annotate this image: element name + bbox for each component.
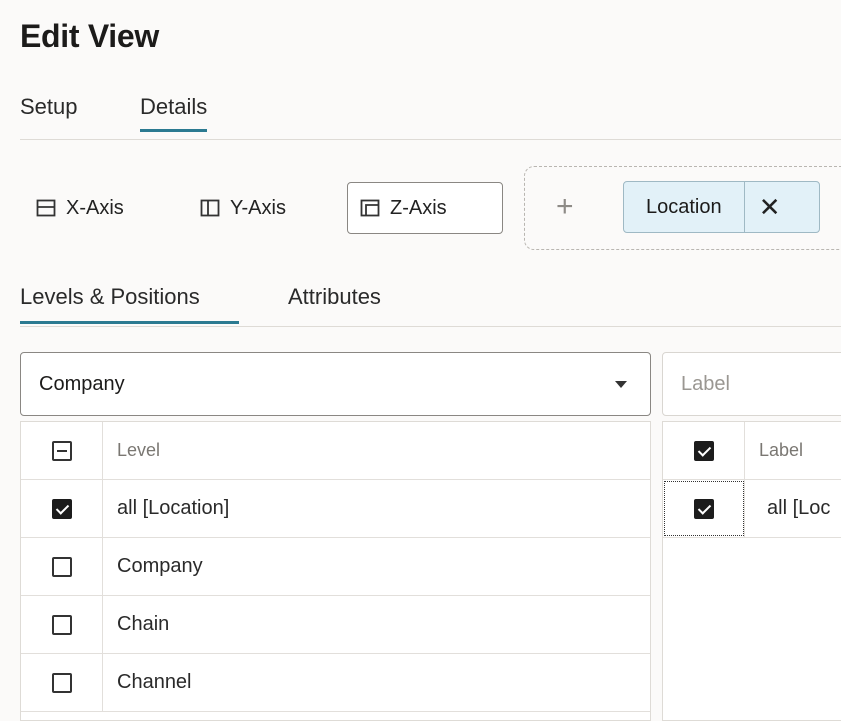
table-row[interactable]: Channel <box>21 654 650 712</box>
row-checkbox-cell <box>21 654 103 711</box>
row-checkbox-cell <box>21 480 103 537</box>
tab-attributes[interactable]: Attributes <box>288 284 381 310</box>
z-axis-icon <box>360 199 380 217</box>
table-row[interactable]: all [Location] <box>21 480 650 538</box>
row-checkbox-cell <box>663 480 745 537</box>
row-checkbox-cell <box>21 538 103 595</box>
label-value: all [Loc <box>767 497 831 519</box>
tab-details[interactable]: Details <box>140 94 208 132</box>
y-axis-label: Y-Axis <box>230 196 286 219</box>
row-checkbox[interactable] <box>51 614 72 635</box>
select-all-labels-checkbox[interactable] <box>693 440 714 461</box>
levels-table-header: Level <box>21 422 650 480</box>
location-chip-label: Location <box>624 182 745 232</box>
subtab-active-indicator <box>20 321 239 324</box>
x-axis-button[interactable]: X-Axis <box>36 182 124 234</box>
tabs-divider <box>20 139 841 140</box>
z-axis-button[interactable]: Z-Axis <box>347 182 503 234</box>
chevron-down-icon <box>615 381 627 388</box>
subtabs-divider <box>20 326 841 327</box>
hierarchy-select[interactable]: Company <box>20 352 651 416</box>
level-column-header: Level <box>117 440 161 460</box>
levels-table: Level all [Location] Company Chain Chann… <box>20 421 651 721</box>
row-checkbox-cell <box>21 596 103 653</box>
hierarchy-select-value: Company <box>39 372 125 395</box>
select-all-cell <box>21 422 103 479</box>
label-filter-placeholder: Label <box>681 372 730 395</box>
label-filter-input[interactable]: Label <box>662 352 841 416</box>
level-name: Channel <box>117 671 192 693</box>
row-checkbox[interactable] <box>51 672 72 693</box>
select-all-cell <box>663 422 745 479</box>
tab-setup[interactable]: Setup <box>20 94 78 120</box>
row-checkbox[interactable] <box>51 498 72 519</box>
table-row[interactable]: Company <box>21 538 650 596</box>
table-row[interactable]: Chain <box>21 596 650 654</box>
page-title: Edit View <box>20 18 159 54</box>
z-axis-label: Z-Axis <box>390 196 447 219</box>
level-name: Company <box>117 555 203 577</box>
close-icon[interactable]: ✕ <box>745 182 795 232</box>
y-axis-icon <box>200 199 220 217</box>
label-column-header: Label <box>759 440 804 460</box>
y-axis-button[interactable]: Y-Axis <box>200 182 286 234</box>
row-checkbox[interactable] <box>51 556 72 577</box>
x-axis-icon <box>36 199 56 217</box>
labels-table-header: Label <box>663 422 841 480</box>
select-all-checkbox[interactable] <box>51 440 72 461</box>
level-name: Chain <box>117 613 170 635</box>
row-checkbox[interactable] <box>693 498 714 519</box>
labels-table: Label all [Loc <box>662 421 841 721</box>
tab-levels-positions[interactable]: Levels & Positions <box>20 284 200 310</box>
table-row[interactable]: all [Loc <box>663 480 841 538</box>
location-chip[interactable]: Location ✕ <box>623 181 820 233</box>
x-axis-label: X-Axis <box>66 196 124 219</box>
plus-icon[interactable]: + <box>556 192 574 222</box>
level-name: all [Location] <box>117 497 230 519</box>
